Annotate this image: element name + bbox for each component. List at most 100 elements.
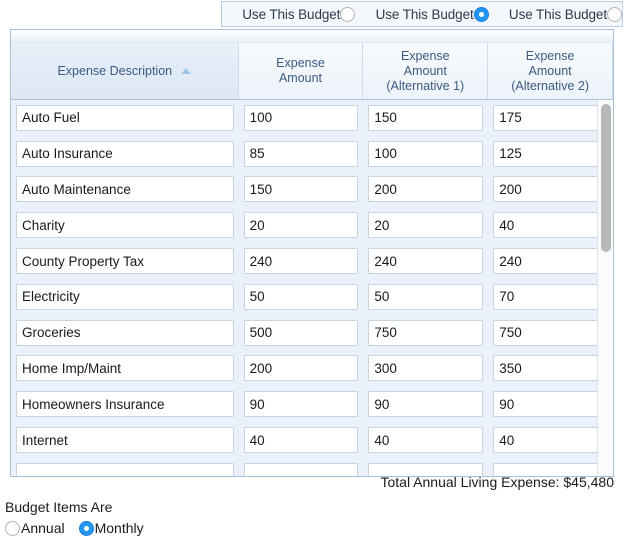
input-expense-amount[interactable]: 90 <box>243 391 359 418</box>
input-expense-amount[interactable]: 240 <box>243 248 359 275</box>
budget-option-2[interactable]: Use This Budget <box>355 6 489 22</box>
input-expense-amount-alt2[interactable]: 70 <box>493 283 608 310</box>
grid-body: Auto Fuel 100 150 175 Auto Insurance 85 100 125… <box>11 100 613 476</box>
input-expense-amount[interactable]: 500 <box>243 319 359 346</box>
input-expense-amount-alt1[interactable]: 200 <box>368 176 484 203</box>
header-line-2: Amount <box>528 63 572 78</box>
cell-expense-description: Homeowners Insurance <box>11 386 239 422</box>
input-expense-amount-alt1[interactable]: 40 <box>368 427 484 454</box>
cell-expense-description: County Property Tax <box>11 243 239 279</box>
cell-expense-description: Auto Maintenance <box>11 172 239 208</box>
column-header-expense-amount[interactable]: Expense Amount <box>239 43 364 99</box>
cell-expense-amount-alt2: 200 <box>488 172 613 208</box>
grid-scrollbar-thumb[interactable] <box>601 104 611 252</box>
input-expense-amount-alt1[interactable]: 50 <box>368 283 484 310</box>
budget-items-annual-label: Annual <box>21 520 65 536</box>
table-row: Groceries 500 750 750 <box>11 315 613 351</box>
column-header-expense-amount-alt2-label: Expense Amount (Alternative 2) <box>511 49 589 94</box>
budget-option-1-radio[interactable] <box>340 6 356 22</box>
cell-expense-amount-alt2: 40 <box>488 207 613 243</box>
input-expense-amount-alt1[interactable]: 750 <box>368 319 484 346</box>
column-header-expense-amount-alt2[interactable]: Expense Amount (Alternative 2) <box>488 43 613 99</box>
input-expense-description[interactable]: County Property Tax <box>16 248 234 275</box>
cell-expense-amount-alt2: 350 <box>488 351 613 387</box>
input-expense-description[interactable]: Groceries <box>16 319 234 346</box>
input-expense-amount-alt2[interactable]: 750 <box>493 319 608 346</box>
input-expense-amount[interactable]: 85 <box>243 140 359 167</box>
input-expense-amount-alt2[interactable]: 240 <box>493 248 608 275</box>
cell-expense-amount: 50 <box>239 279 364 315</box>
cell-expense-description: Auto Insurance <box>11 136 239 172</box>
input-expense-description[interactable]: Auto Maintenance <box>16 176 234 203</box>
budget-items-annual-radio[interactable] <box>5 520 20 536</box>
input-expense-description[interactable]: Homeowners Insurance <box>16 391 234 418</box>
input-expense-amount-alt1[interactable]: 20 <box>368 212 484 239</box>
budget-selector-bar: Use This Budget Use This Budget Use This… <box>221 1 623 27</box>
cell-expense-amount-alt1: 20 <box>363 207 488 243</box>
cell-expense-amount: 100 <box>239 100 364 136</box>
header-line-1: Expense <box>400 48 450 63</box>
cell-expense-amount-alt1: 300 <box>363 351 488 387</box>
budget-items-section: Budget Items Are Annual Monthly <box>5 499 158 536</box>
column-header-expense-description-label: Expense Description <box>57 63 173 78</box>
input-expense-amount[interactable]: 50 <box>243 283 359 310</box>
input-expense-amount[interactable] <box>243 462 359 476</box>
cell-expense-amount: 40 <box>239 422 364 458</box>
input-expense-amount-alt1[interactable]: 150 <box>368 104 484 131</box>
input-expense-description[interactable]: Home Imp/Maint <box>16 355 234 382</box>
budget-option-3-radio[interactable] <box>606 6 622 22</box>
input-expense-amount-alt2[interactable]: 125 <box>493 140 608 167</box>
cell-expense-amount-alt2: 240 <box>488 243 613 279</box>
cell-expense-description: Auto Fuel <box>11 100 239 136</box>
column-header-expense-description[interactable]: Expense Description <box>11 43 239 99</box>
cell-expense-amount-alt2: 750 <box>488 315 613 351</box>
input-expense-description[interactable]: Auto Fuel <box>16 104 234 131</box>
table-row: Charity 20 20 40 <box>11 207 613 243</box>
budget-items-monthly-radio[interactable] <box>78 520 94 536</box>
table-row: Homeowners Insurance 90 90 90 <box>11 386 613 422</box>
cell-expense-amount-alt1: 50 <box>363 279 488 315</box>
input-expense-amount-alt2[interactable]: 350 <box>493 355 608 382</box>
input-expense-amount-alt2[interactable]: 40 <box>493 427 608 454</box>
cell-expense-amount: 200 <box>239 351 364 387</box>
column-header-expense-amount-alt1-label: Expense Amount (Alternative 1) <box>386 49 464 94</box>
input-expense-description[interactable]: Charity <box>16 212 234 239</box>
input-expense-description[interactable]: Electricity <box>16 283 234 310</box>
input-expense-amount[interactable]: 100 <box>243 104 359 131</box>
input-expense-amount[interactable]: 200 <box>243 355 359 382</box>
header-line-1: Expense <box>525 48 575 63</box>
table-row: County Property Tax 240 240 240 <box>11 243 613 279</box>
input-expense-amount-alt2[interactable]: 90 <box>493 391 608 418</box>
cell-expense-amount-alt2: 90 <box>488 386 613 422</box>
cell-expense-amount-alt1: 90 <box>363 386 488 422</box>
budget-option-2-radio[interactable] <box>473 6 489 22</box>
input-expense-amount-alt2[interactable]: 200 <box>493 176 608 203</box>
cell-expense-description: Home Imp/Maint <box>11 351 239 387</box>
table-row: Home Imp/Maint 200 300 350 <box>11 351 613 387</box>
budget-option-3[interactable]: Use This Budget <box>489 6 622 22</box>
column-header-expense-amount-alt1[interactable]: Expense Amount (Alternative 1) <box>363 43 489 99</box>
table-row: Electricity 50 50 70 <box>11 279 613 315</box>
input-expense-amount-alt2[interactable]: 40 <box>493 212 608 239</box>
input-expense-amount-alt1[interactable]: 300 <box>368 355 484 382</box>
cell-expense-amount-alt2: 70 <box>488 279 613 315</box>
cell-expense-amount-alt1: 150 <box>363 100 488 136</box>
input-expense-amount[interactable]: 150 <box>243 176 359 203</box>
input-expense-description[interactable]: Internet <box>16 427 234 454</box>
input-expense-amount[interactable]: 40 <box>243 427 359 454</box>
input-expense-description[interactable] <box>16 462 234 476</box>
cell-expense-amount: 240 <box>239 243 364 279</box>
input-expense-amount-alt1[interactable]: 100 <box>368 140 484 167</box>
input-expense-amount-alt2[interactable]: 175 <box>493 104 608 131</box>
grid-vertical-scrollbar[interactable] <box>597 100 613 476</box>
input-expense-amount-alt1[interactable]: 240 <box>368 248 484 275</box>
input-expense-amount[interactable]: 20 <box>243 212 359 239</box>
cell-expense-amount-alt2: 125 <box>488 136 613 172</box>
cell-expense-description: Groceries <box>11 315 239 351</box>
input-expense-description[interactable]: Auto Insurance <box>16 140 234 167</box>
budget-option-1[interactable]: Use This Budget <box>222 6 356 22</box>
table-row: Auto Insurance 85 100 125 <box>11 136 613 172</box>
input-expense-amount-alt1[interactable]: 90 <box>368 391 484 418</box>
budget-items-option-annual[interactable]: Annual <box>5 520 65 536</box>
budget-items-option-monthly[interactable]: Monthly <box>78 520 144 536</box>
